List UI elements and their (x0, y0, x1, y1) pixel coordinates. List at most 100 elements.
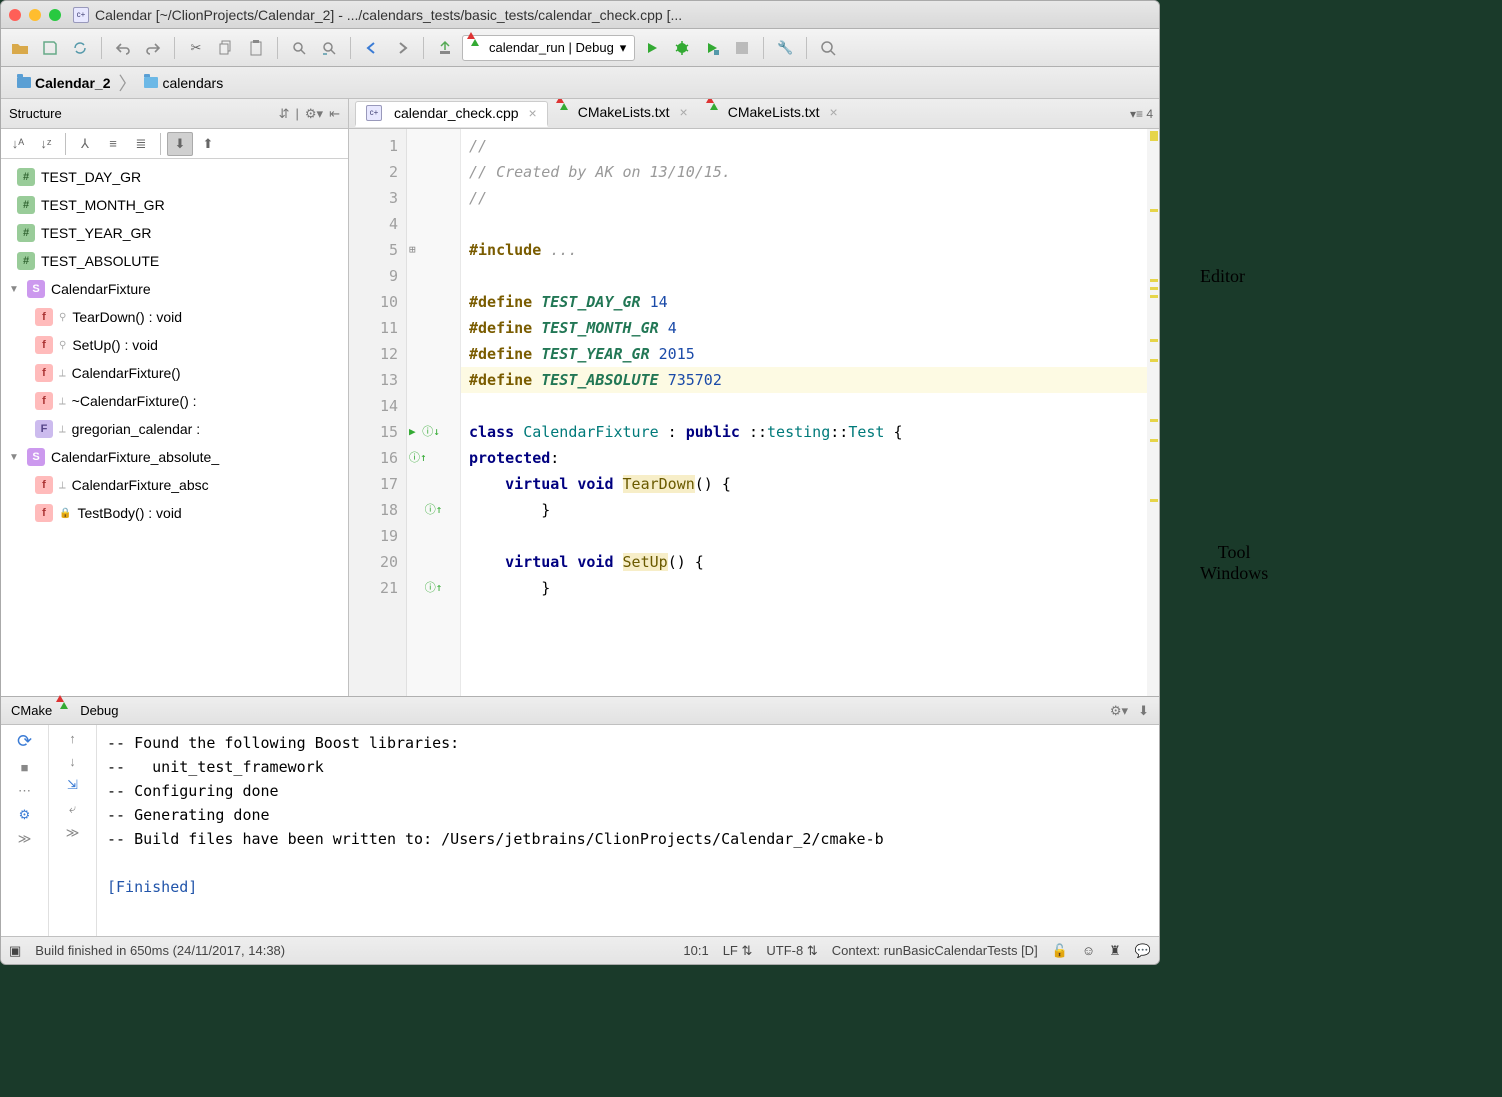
debug-button[interactable] (669, 35, 695, 61)
autoscroll-from-source-icon[interactable]: ⬆ (195, 132, 221, 156)
cmake-side-toolbar: ⟳ ■ ⋯ ⚙ ≫ (1, 725, 49, 936)
cmake-side-toolbar2: ↑ ↓ ⇲ ⤶ ≫ (49, 725, 97, 936)
group-icon[interactable]: ≡ (100, 132, 126, 156)
reload-icon[interactable]: ⟳ (17, 731, 32, 752)
undo-icon[interactable] (110, 35, 136, 61)
tree-member[interactable]: f⚲TearDown() : void (1, 303, 348, 331)
minimize-window-button[interactable] (29, 9, 41, 21)
down-arrow-icon[interactable]: ↓ (69, 754, 76, 769)
search-everywhere-icon[interactable] (815, 35, 841, 61)
gear-icon[interactable]: ⚙▾ (1110, 703, 1128, 719)
tree-class[interactable]: ▼SCalendarFixture (1, 275, 348, 303)
nav-forward-icon[interactable] (389, 35, 415, 61)
title-bar: c+ Calendar [~/ClionProjects/Calendar_2]… (1, 1, 1159, 29)
cpp-file-icon: c+ (366, 105, 382, 121)
close-tab-icon[interactable]: × (529, 105, 537, 121)
maximize-window-button[interactable] (49, 9, 61, 21)
code-editor[interactable]: 123459101112131415161718192021 ⊞ ▶ ⓘ↓ ⓘ↑… (349, 129, 1159, 696)
code-area[interactable]: //// Created by AK on 13/10/15.// #inclu… (461, 129, 1147, 696)
export-icon[interactable]: ⇲ (67, 777, 78, 793)
more3-icon[interactable]: ≫ (66, 825, 80, 841)
run-configuration-selector[interactable]: calendar_run | Debug ▾ (462, 35, 635, 61)
autoscroll-to-source-icon[interactable]: ⬇ (167, 132, 193, 156)
gear-icon[interactable]: ⚙▾ (305, 106, 323, 122)
tree-member[interactable]: F⟂gregorian_calendar : (1, 415, 348, 443)
status-build: Build finished in 650ms (24/11/2017, 14:… (35, 943, 285, 958)
cmake-tool-window: CMake Debug ⚙▾ ⬇ ⟳ ■ ⋯ ⚙ ≫ ↑ ↓ ⇲ ⤶ (1, 696, 1159, 936)
lock-icon[interactable]: 🔓 (1052, 943, 1068, 959)
show-inherited-icon[interactable]: ⅄ (72, 132, 98, 156)
tree-member[interactable]: f🔒TestBody() : void (1, 499, 348, 527)
close-tab-icon[interactable]: × (680, 104, 688, 120)
error-stripe[interactable] (1147, 129, 1159, 696)
hide-icon[interactable]: ⇤ (329, 106, 340, 122)
run-button[interactable] (639, 35, 665, 61)
copy-icon[interactable] (213, 35, 239, 61)
more-icon[interactable]: ⋯ (18, 783, 31, 799)
tree-member[interactable]: f⟂CalendarFixture() (1, 359, 348, 387)
nav-back-icon[interactable] (359, 35, 385, 61)
tree-class[interactable]: ▼SCalendarFixture_absolute_ (1, 443, 348, 471)
status-context[interactable]: Context: runBasicCalendarTests [D] (832, 943, 1038, 958)
editor-tabs: c+ calendar_check.cpp × CMakeLists.txt ×… (349, 99, 1159, 129)
status-encoding[interactable]: UTF-8 ⇅ (766, 943, 817, 959)
redo-icon[interactable] (140, 35, 166, 61)
stop-icon[interactable]: ■ (21, 760, 29, 775)
editor-tab[interactable]: CMakeLists.txt × (700, 101, 848, 127)
expand-all-icon[interactable]: ⇵ (279, 106, 290, 122)
close-tab-icon[interactable]: × (830, 104, 838, 120)
save-all-icon[interactable] (37, 35, 63, 61)
tree-item[interactable]: #TEST_DAY_GR (1, 163, 348, 191)
more2-icon[interactable]: ≫ (18, 831, 32, 847)
status-line-sep[interactable]: LF ⇅ (723, 943, 753, 959)
cmake-tab-label[interactable]: Debug (80, 703, 118, 718)
cmake-header: CMake Debug ⚙▾ ⬇ (1, 697, 1159, 725)
filter-icon[interactable]: ≣ (128, 132, 154, 156)
run-coverage-icon[interactable] (699, 35, 725, 61)
settings-icon[interactable]: ⚙ (19, 807, 31, 823)
paste-icon[interactable] (243, 35, 269, 61)
ide-window: c+ Calendar [~/ClionProjects/Calendar_2]… (0, 0, 1160, 965)
sort-alpha-icon[interactable]: ↓ᴬ (5, 132, 31, 156)
open-icon[interactable] (7, 35, 33, 61)
find-icon[interactable] (286, 35, 312, 61)
replace-icon[interactable] (316, 35, 342, 61)
cut-icon[interactable]: ✂ (183, 35, 209, 61)
up-arrow-icon[interactable]: ↑ (69, 731, 76, 746)
wrap-icon[interactable]: ⤶ (69, 801, 76, 817)
breadcrumb-root[interactable]: Calendar_2 (11, 75, 116, 91)
cmake-title: CMake (11, 703, 52, 718)
memory-icon[interactable]: ♜ (1109, 943, 1121, 959)
close-window-button[interactable] (9, 9, 21, 21)
inspection-icon[interactable]: ☺ (1082, 943, 1095, 958)
build-icon[interactable] (432, 35, 458, 61)
settings-icon[interactable]: 🔧 (772, 35, 798, 61)
tree-item[interactable]: #TEST_YEAR_GR (1, 219, 348, 247)
sort-visibility-icon[interactable]: ↓ᶻ (33, 132, 59, 156)
cmake-icon (471, 42, 483, 54)
tree-member[interactable]: f⟂CalendarFixture_absc (1, 471, 348, 499)
divider-icon: | (296, 106, 299, 122)
stop-button[interactable] (729, 35, 755, 61)
tabs-overflow[interactable]: ▾≡ 4 (1130, 107, 1153, 121)
breadcrumb-root-label: Calendar_2 (35, 75, 110, 91)
editor-tab[interactable]: CMakeLists.txt × (550, 101, 698, 127)
notifications-icon[interactable]: 💬 (1135, 943, 1151, 959)
tool-window-toggle-icon[interactable]: ▣ (9, 943, 21, 959)
tree-member[interactable]: f⚲SetUp() : void (1, 331, 348, 359)
structure-title: Structure (9, 106, 62, 121)
breadcrumb-child[interactable]: calendars (138, 75, 229, 91)
tree-item[interactable]: #TEST_ABSOLUTE (1, 247, 348, 275)
tree-item[interactable]: #TEST_MONTH_GR (1, 191, 348, 219)
chevron-down-icon: ▾ (620, 40, 627, 56)
window-controls (9, 9, 61, 21)
tree-member[interactable]: f⟂~CalendarFixture() : (1, 387, 348, 415)
cmake-icon (560, 106, 572, 118)
editor-tab[interactable]: c+ calendar_check.cpp × (355, 101, 548, 127)
cmake-console[interactable]: -- Found the following Boost libraries:-… (97, 725, 1159, 936)
download-icon[interactable]: ⬇ (1138, 703, 1149, 719)
main-body: Structure ⇵ | ⚙▾ ⇤ ↓ᴬ ↓ᶻ ⅄ ≡ ≣ ⬇ ⬆ (1, 99, 1159, 696)
sync-icon[interactable] (67, 35, 93, 61)
structure-tree[interactable]: #TEST_DAY_GR #TEST_MONTH_GR #TEST_YEAR_G… (1, 159, 348, 696)
status-caret-pos[interactable]: 10:1 (683, 943, 708, 958)
